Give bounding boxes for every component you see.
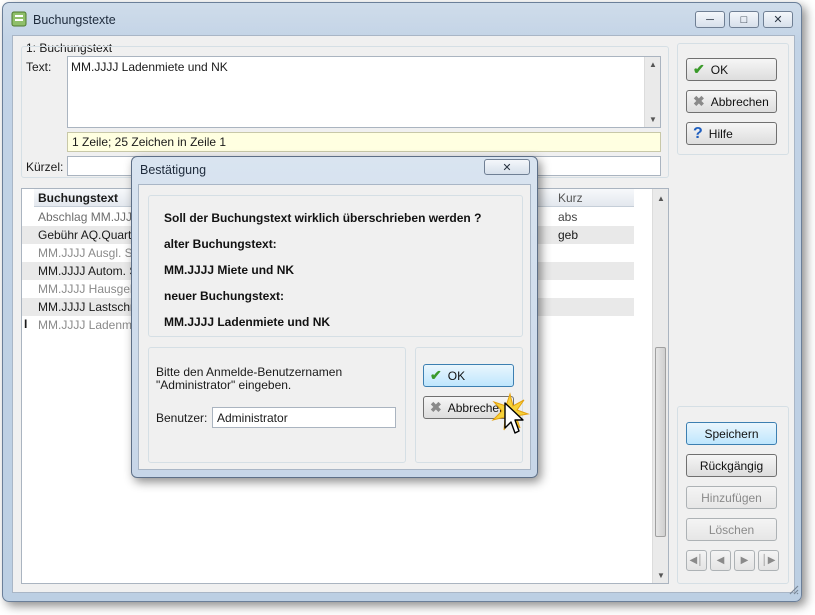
close-icon: ✕: [502, 161, 512, 174]
next-record-button[interactable]: ▶: [734, 550, 755, 571]
help-icon: ?: [693, 124, 703, 142]
app-icon: [11, 11, 27, 27]
cancel-x-icon: ✖: [430, 399, 442, 415]
maximize-button[interactable]: □: [729, 11, 759, 28]
dialog-question: Soll der Buchungstext wirklich überschri…: [164, 211, 482, 225]
first-icon: ◀│: [689, 555, 704, 566]
dialog-ok-label: OK: [447, 368, 466, 383]
last-record-button[interactable]: │▶: [758, 550, 779, 571]
row-kurz: [554, 262, 634, 280]
first-record-button[interactable]: ◀│: [686, 550, 707, 571]
loeschen-button[interactable]: Löschen: [686, 518, 777, 541]
last-icon: │▶: [761, 555, 776, 566]
dialog-close-button[interactable]: ✕: [484, 159, 530, 175]
kuerzel-label: Kürzel:: [26, 160, 64, 174]
prev-record-button[interactable]: ◀: [710, 550, 731, 571]
abbrechen-button[interactable]: ✖ Abbrechen: [686, 90, 777, 113]
row-kurz: [554, 244, 634, 262]
rueckgaengig-button[interactable]: Rückgängig: [686, 454, 777, 477]
maximize-icon: □: [740, 13, 748, 26]
text-field[interactable]: MM.JJJJ Ladenmiete und NK ▲ ▼: [67, 56, 661, 128]
resize-grip-icon[interactable]: [787, 583, 799, 595]
next-icon: ▶: [740, 555, 749, 566]
grid-scrollbar[interactable]: ▲ ▼: [652, 189, 668, 583]
user-label: Benutzer:: [156, 411, 208, 425]
row-kurz: [554, 280, 634, 298]
abbrechen-button-label: Abbrechen: [710, 94, 769, 109]
scroll-thumb[interactable]: [655, 347, 666, 537]
scroll-down-icon: ▼: [657, 571, 665, 580]
text-cursor-icon: I: [24, 317, 28, 331]
user-field[interactable]: Administrator: [212, 407, 396, 428]
check-icon: ✔: [693, 61, 705, 77]
hilfe-button-label: Hilfe: [708, 126, 733, 141]
minimize-icon: ─: [706, 13, 714, 26]
prev-icon: ◀: [716, 555, 725, 566]
old-text-value: MM.JJJJ Miete und NK: [164, 263, 295, 277]
new-text-label: neuer Buchungstext:: [164, 289, 285, 303]
old-text-label: alter Buchungstext:: [164, 237, 277, 251]
confirmation-dialog: Bestätigung ✕ Soll der Buchungstext wirk…: [131, 156, 538, 478]
scroll-up-icon: ▲: [657, 194, 665, 203]
row-kurz: [554, 316, 634, 334]
ok-button[interactable]: ✔ OK: [686, 58, 777, 81]
text-field-value: MM.JJJJ Ladenmiete und NK: [71, 60, 228, 74]
row-kurz: abs: [558, 210, 578, 224]
new-text-value: MM.JJJJ Ladenmiete und NK: [164, 315, 331, 329]
row-kurz: geb: [558, 228, 579, 242]
scroll-up-icon: ▲: [649, 60, 657, 69]
dialog-title: Bestätigung: [140, 163, 207, 177]
ok-button-label: OK: [710, 62, 729, 77]
status-line: 1 Zeile; 25 Zeichen in Zeile 1: [67, 132, 661, 152]
dialog-ok-button[interactable]: ✔ OK: [423, 364, 514, 387]
scroll-down-icon: ▼: [649, 115, 657, 124]
dialog-client: Soll der Buchungstext wirklich überschri…: [138, 184, 531, 470]
speichern-button[interactable]: Speichern: [686, 422, 777, 445]
text-label: Text:: [26, 60, 52, 74]
hilfe-button[interactable]: ? Hilfe: [686, 122, 777, 145]
mouse-pointer-icon: [504, 402, 526, 436]
close-icon: ✕: [773, 14, 783, 26]
cancel-x-icon: ✖: [693, 93, 705, 109]
close-button[interactable]: ✕: [763, 11, 793, 28]
text-scrollbar[interactable]: ▲ ▼: [644, 57, 660, 127]
hinzufuegen-button[interactable]: Hinzufügen: [686, 486, 777, 509]
minimize-button[interactable]: ─: [695, 11, 725, 28]
window-title: Buchungstexte: [33, 13, 116, 27]
login-prompt: Bitte den Anmelde-Benutzernamen "Adminis…: [156, 365, 343, 392]
column-header-kurz[interactable]: Kurz: [554, 189, 634, 207]
check-icon: ✔: [430, 367, 442, 383]
row-kurz: [554, 298, 634, 316]
